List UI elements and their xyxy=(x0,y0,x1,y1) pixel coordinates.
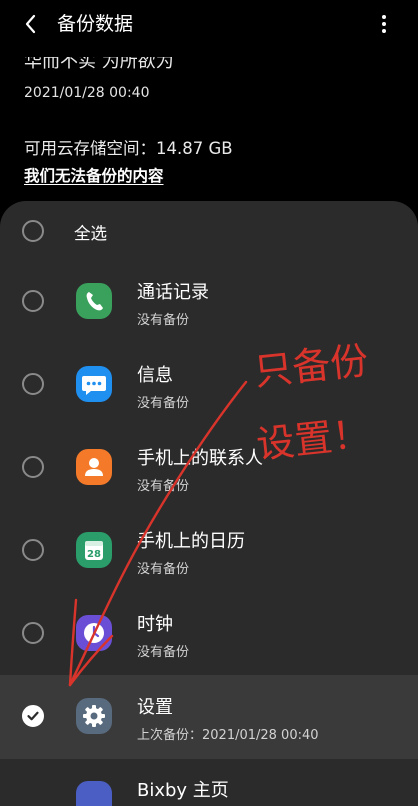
item-checkbox[interactable] xyxy=(22,456,44,478)
item-name: 设置 xyxy=(137,697,173,718)
backup-items-sheet: 全选 通话记录 没有备份 信息 没有备份 手机上的联系人 没有备份 28 手机上… xyxy=(0,201,418,806)
back-arrow-icon xyxy=(25,14,36,34)
list-item-call-log[interactable]: 通话记录 没有备份 xyxy=(0,263,418,339)
phone-icon xyxy=(76,283,112,319)
list-item-bixby-home[interactable]: Bixby 主页 xyxy=(0,761,418,806)
item-status: 没有备份 xyxy=(137,562,190,577)
item-checkbox[interactable] xyxy=(22,290,44,312)
list-item-contacts[interactable]: 手机上的联系人 没有备份 xyxy=(0,429,418,505)
item-name: 手机上的日历 xyxy=(137,531,245,552)
item-status: 没有备份 xyxy=(137,479,190,494)
more-options-button[interactable] xyxy=(372,10,396,38)
more-vert-icon xyxy=(382,15,386,33)
item-name: 时钟 xyxy=(137,614,173,635)
cannot-backup-link[interactable]: 我们无法备份的内容 xyxy=(24,164,164,186)
item-checkbox[interactable] xyxy=(22,539,44,561)
list-item-clock[interactable]: 时钟 没有备份 xyxy=(0,595,418,671)
calendar-day: 28 xyxy=(87,549,101,560)
item-name: 手机上的联系人 xyxy=(137,448,263,469)
clock-icon xyxy=(76,615,112,651)
list-item-settings[interactable]: 设置 上次备份：2021/01/28 00:40 xyxy=(0,678,418,754)
item-checkbox[interactable] xyxy=(22,373,44,395)
calendar-icon: 28 xyxy=(76,532,112,568)
page-title: 备份数据 xyxy=(57,13,134,35)
item-status: 没有备份 xyxy=(137,313,190,328)
item-name: 信息 xyxy=(137,365,173,386)
select-all-checkbox[interactable] xyxy=(22,220,44,242)
message-icon xyxy=(76,366,112,402)
select-all-row[interactable]: 全选 xyxy=(0,209,418,253)
backup-date: 2021/01/28 00:40 xyxy=(24,85,150,101)
bixby-icon xyxy=(76,781,112,806)
list-item-calendar[interactable]: 28 手机上的日历 没有备份 xyxy=(0,512,418,588)
contact-icon xyxy=(76,449,112,485)
back-button[interactable] xyxy=(20,10,46,38)
scrolled-device-name: 华而不实 为所欲为 xyxy=(24,57,174,72)
cloud-storage-available: 可用云存储空间：14.87 GB xyxy=(24,139,233,158)
item-checkbox[interactable] xyxy=(22,622,44,644)
item-checkbox-checked[interactable] xyxy=(22,705,44,727)
select-all-label: 全选 xyxy=(74,224,107,243)
item-name: 通话记录 xyxy=(137,282,209,303)
item-status: 上次备份：2021/01/28 00:40 xyxy=(137,728,319,743)
check-icon xyxy=(27,711,39,721)
item-status: 没有备份 xyxy=(137,396,190,411)
item-status: 没有备份 xyxy=(137,645,190,660)
list-item-messages[interactable]: 信息 没有备份 xyxy=(0,346,418,422)
gear-icon xyxy=(76,698,112,734)
app-bar: 备份数据 xyxy=(0,0,418,50)
item-name: Bixby 主页 xyxy=(137,780,229,801)
